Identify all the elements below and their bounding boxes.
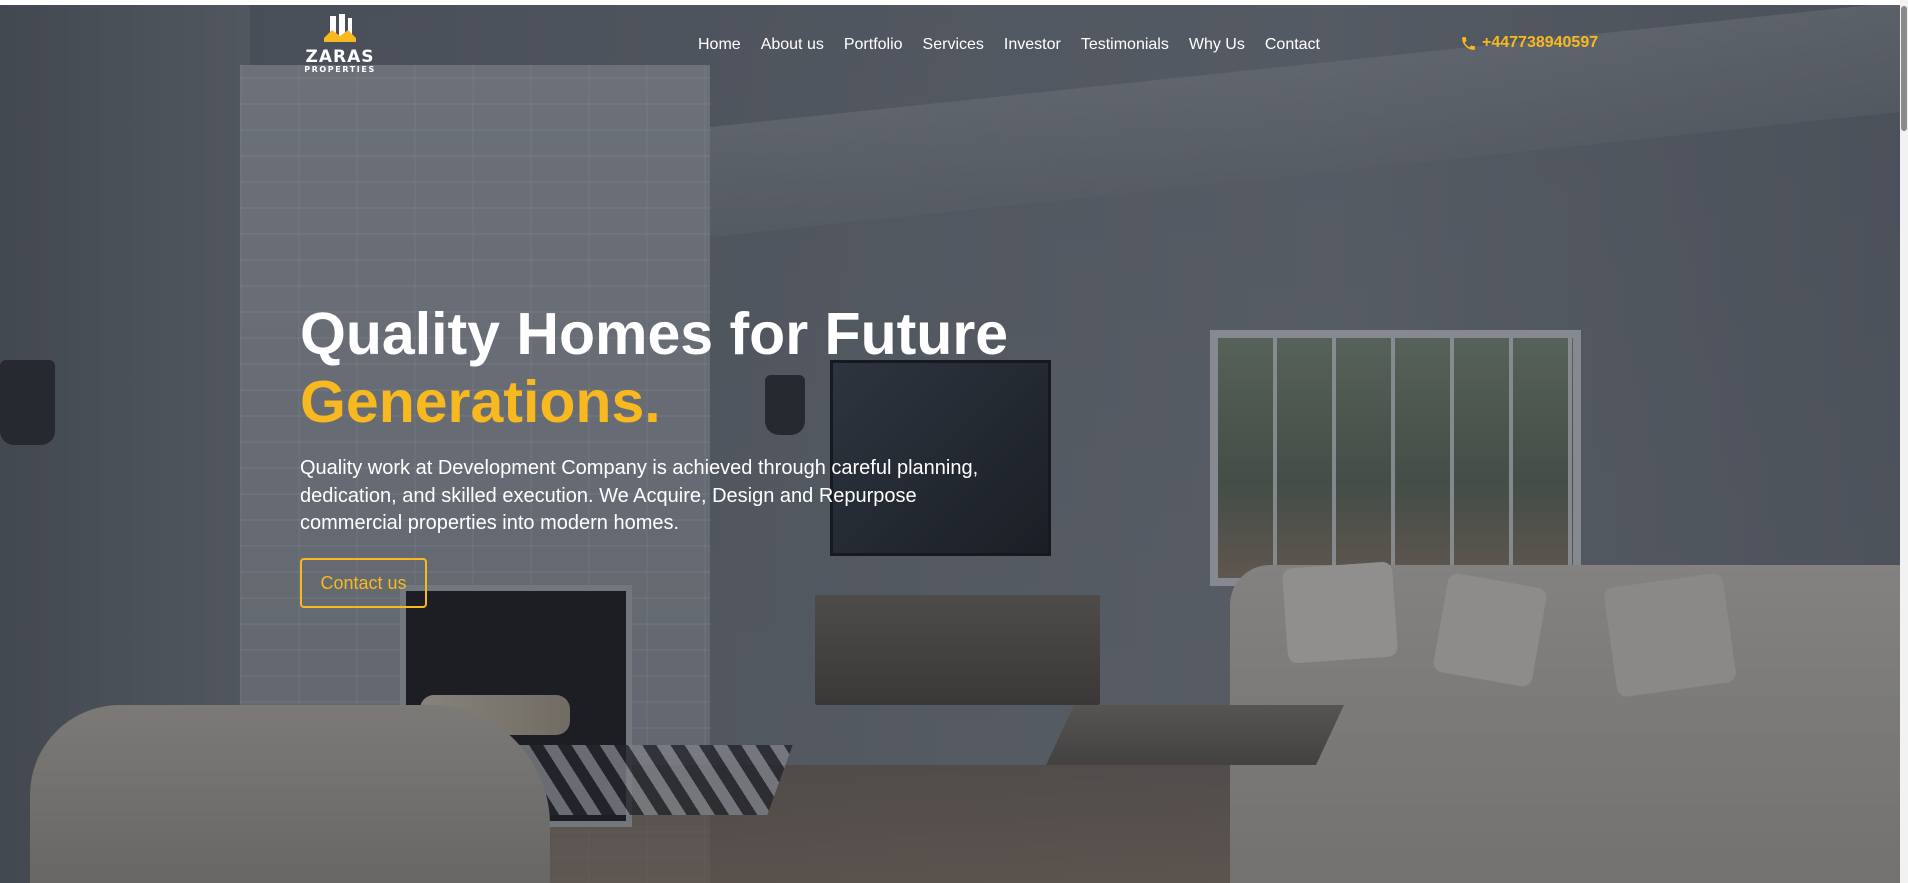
nav-services[interactable]: Services: [913, 32, 994, 58]
scrollbar-thumb[interactable]: [1901, 6, 1907, 131]
phone-icon: [1462, 36, 1475, 50]
nav-portfolio[interactable]: Portfolio: [834, 32, 913, 58]
hero-section: ZARAS PROPERTIES Home About us Portfolio…: [0, 5, 1900, 883]
contact-us-button[interactable]: Contact us: [300, 558, 427, 608]
main-nav: Home About us Portfolio Services Investo…: [688, 32, 1330, 58]
phone-link[interactable]: +447738940597: [1460, 32, 1598, 54]
brand-subtitle: PROPERTIES: [304, 65, 376, 74]
nav-why-us[interactable]: Why Us: [1179, 32, 1255, 58]
hero-title-line1: Quality Homes for Future: [300, 301, 1009, 367]
hero-description: Quality work at Development Company is a…: [300, 457, 979, 534]
nav-home[interactable]: Home: [688, 32, 751, 58]
hero-title: Quality Homes for Future Generations.: [300, 300, 1008, 436]
scrollbar[interactable]: [1900, 0, 1908, 883]
nav-contact[interactable]: Contact: [1255, 32, 1330, 58]
phone-number: +447738940597: [1482, 34, 1599, 51]
brand-logo[interactable]: ZARAS PROPERTIES: [300, 14, 380, 76]
nav-about-us[interactable]: About us: [751, 32, 834, 58]
building-crown-logo-icon: [324, 14, 356, 42]
nav-testimonials[interactable]: Testimonials: [1071, 32, 1179, 58]
dark-overlay: [0, 5, 1900, 883]
nav-investor[interactable]: Investor: [994, 32, 1071, 58]
hero-title-line2: Generations.: [300, 369, 661, 435]
brand-name: ZARAS: [305, 47, 375, 67]
